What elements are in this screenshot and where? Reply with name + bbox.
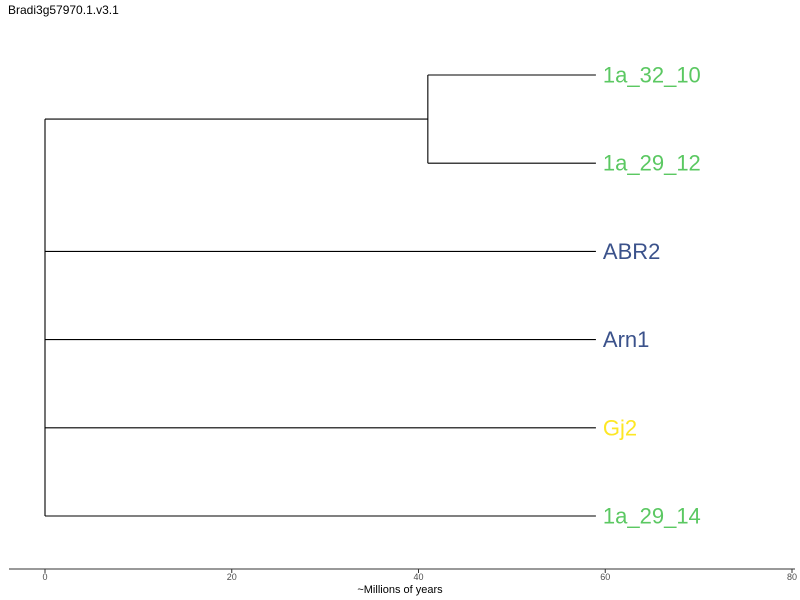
tip-label: 1a_29_14: [603, 504, 701, 529]
tip-labels: 1a_32_10 1a_29_12 ABR2 Arn1 Gj2 1a_29_14: [603, 63, 701, 529]
axis-tick-label: 40: [413, 572, 423, 582]
axis-tick-label: 20: [227, 572, 237, 582]
tip-label: Arn1: [603, 327, 649, 352]
tip-label: ABR2: [603, 239, 660, 264]
axis-tick-label: 60: [600, 572, 610, 582]
phylogenetic-tree: 1a_32_10 1a_29_12 ABR2 Arn1 Gj2 1a_29_14 0 20 4…: [9, 63, 797, 596]
axis-tick-label: 80: [787, 572, 797, 582]
axis-title: ~Millions of years: [357, 584, 443, 596]
tip-label: Gj2: [603, 415, 637, 440]
tip-label: 1a_29_12: [603, 151, 701, 176]
axis-ticks: 0 20 40 60 80: [42, 569, 797, 582]
tip-label: 1a_32_10: [603, 63, 701, 88]
axis-tick-label: 0: [42, 572, 47, 582]
time-axis: 0 20 40 60 80 ~Millions of years: [9, 568, 797, 596]
tree-branches: [44, 74, 596, 517]
